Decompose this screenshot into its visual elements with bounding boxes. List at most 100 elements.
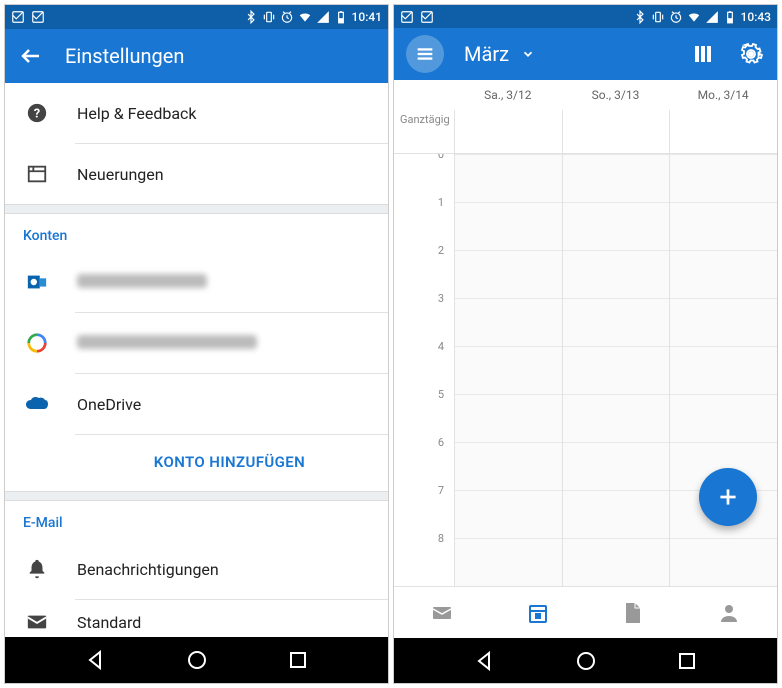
hour-label: 6 — [394, 436, 454, 484]
battery-icon — [723, 10, 737, 24]
row-label: Standard — [77, 613, 141, 632]
month-label: März — [464, 42, 509, 66]
section-header-email: E-Mail — [5, 501, 388, 539]
settings-content: ? Help & Feedback Neuerungen Konten — [5, 83, 388, 637]
person-icon — [717, 601, 741, 625]
hour-label: 3 — [394, 292, 454, 340]
hour-label: 5 — [394, 388, 454, 436]
row-label: Neuerungen — [77, 165, 164, 184]
nav-home-icon[interactable] — [574, 649, 598, 673]
onedrive-icon — [25, 395, 49, 413]
day-header[interactable]: So., 3/13 — [562, 80, 670, 110]
row-neuerungen[interactable]: Neuerungen — [5, 144, 388, 204]
row-account-google[interactable] — [5, 313, 388, 373]
calendar-content: Sa., 3/12 So., 3/13 Mo., 3/14 Ganztägig … — [394, 80, 777, 638]
nav-back-icon[interactable] — [83, 648, 107, 672]
alarm-icon — [280, 10, 294, 24]
menu-button[interactable] — [406, 35, 444, 73]
status-bar: 10:43 — [394, 5, 777, 28]
outlook-icon — [26, 271, 48, 293]
help-icon: ? — [26, 102, 48, 124]
news-icon — [26, 163, 48, 185]
plus-icon — [715, 484, 741, 510]
add-account-button[interactable]: KONTO HINZUFÜGEN — [5, 435, 388, 491]
allday-cell[interactable] — [454, 110, 562, 153]
alarm-icon — [669, 10, 683, 24]
allday-cell[interactable] — [562, 110, 670, 153]
gear-icon — [739, 42, 763, 66]
day-header[interactable]: Mo., 3/14 — [669, 80, 777, 110]
row-label: Help & Feedback — [77, 104, 197, 123]
nav-home-icon[interactable] — [185, 648, 209, 672]
nav-recent-icon[interactable] — [675, 649, 699, 673]
nav-files[interactable] — [620, 600, 646, 626]
allday-cell[interactable] — [669, 110, 777, 153]
month-selector[interactable]: März — [464, 42, 535, 66]
row-account-onedrive[interactable]: OneDrive — [5, 374, 388, 434]
hour-gutter: 0 1 2 3 4 5 6 7 8 — [394, 154, 454, 586]
file-icon — [623, 601, 643, 625]
row-help-feedback[interactable]: ? Help & Feedback — [5, 83, 388, 143]
row-notifications[interactable]: Benachrichtigungen — [5, 539, 388, 599]
battery-icon — [334, 10, 348, 24]
bluetooth-icon — [633, 10, 647, 24]
google-icon — [26, 332, 48, 354]
notification-icon — [400, 10, 414, 24]
wifi-icon — [687, 10, 701, 24]
day-column[interactable] — [562, 154, 670, 586]
hour-label: 2 — [394, 244, 454, 292]
phone-calendar: 10:43 März Sa., 3/12 So., 3/13 Mo., 3/14… — [393, 4, 778, 684]
allday-row: Ganztägig — [394, 110, 777, 154]
signal-icon — [705, 10, 719, 24]
notification-icon — [11, 10, 25, 24]
status-bar: 10:41 — [5, 5, 388, 29]
nav-back-icon[interactable] — [472, 649, 496, 673]
bluetooth-icon — [244, 10, 258, 24]
view-switch-button[interactable] — [689, 40, 717, 68]
android-nav-bar — [394, 638, 777, 683]
row-account-outlook[interactable] — [5, 252, 388, 312]
day-header-row: Sa., 3/12 So., 3/13 Mo., 3/14 — [394, 80, 777, 110]
hour-label: 1 — [394, 196, 454, 244]
calendar-app-bar: März — [394, 28, 777, 80]
android-nav-bar — [5, 637, 388, 683]
day-header[interactable]: Sa., 3/12 — [454, 80, 562, 110]
row-label: OneDrive — [77, 395, 141, 414]
day-column[interactable] — [454, 154, 562, 586]
chevron-down-icon — [521, 47, 535, 61]
section-divider — [5, 204, 388, 214]
nav-mail[interactable] — [429, 600, 455, 626]
hamburger-icon — [414, 43, 436, 65]
notification-icon — [420, 10, 434, 24]
nav-people[interactable] — [716, 600, 742, 626]
wifi-icon — [298, 10, 312, 24]
signal-icon — [316, 10, 330, 24]
settings-button[interactable] — [737, 40, 765, 68]
app-bar: Einstellungen — [5, 29, 388, 83]
allday-label: Ganztägig — [394, 110, 454, 153]
hour-label: 8 — [394, 532, 454, 580]
page-title: Einstellungen — [65, 44, 184, 68]
account-email-redacted — [77, 273, 207, 292]
status-time: 10:43 — [741, 10, 771, 24]
account-email-redacted — [77, 334, 257, 353]
hour-label: 4 — [394, 340, 454, 388]
section-divider — [5, 491, 388, 501]
bottom-nav — [394, 586, 777, 638]
row-label: Benachrichtigungen — [77, 560, 219, 579]
section-header-accounts: Konten — [5, 214, 388, 252]
bell-icon — [26, 558, 48, 580]
vibrate-icon — [651, 10, 665, 24]
status-time: 10:41 — [352, 10, 382, 24]
vibrate-icon — [262, 10, 276, 24]
nav-calendar[interactable] — [525, 600, 551, 626]
back-button[interactable] — [17, 42, 45, 70]
columns-icon — [691, 42, 715, 66]
mail-icon — [26, 611, 48, 633]
nav-recent-icon[interactable] — [286, 648, 310, 672]
add-account-label: KONTO HINZUFÜGEN — [154, 453, 305, 471]
svg-text:?: ? — [34, 107, 40, 122]
row-standard[interactable]: Standard — [5, 600, 388, 637]
hour-label: 0 — [394, 154, 454, 196]
calendar-icon — [526, 601, 550, 625]
